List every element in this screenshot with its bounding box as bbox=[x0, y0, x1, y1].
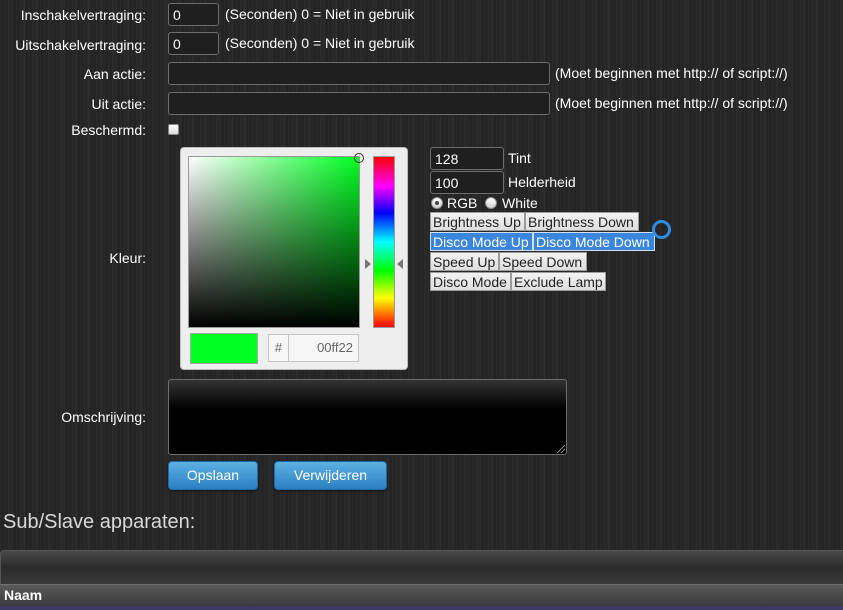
resize-grip-icon[interactable] bbox=[557, 445, 565, 453]
off-delay-hint: (Seconden) 0 = Niet in gebruik bbox=[225, 35, 415, 51]
color-picker: # 00ff22 bbox=[180, 147, 408, 370]
loading-spinner-icon bbox=[652, 220, 671, 239]
disco-mode-button[interactable]: Disco Mode bbox=[430, 272, 511, 291]
color-label: Kleur: bbox=[109, 250, 146, 266]
hex-value: 00ff22 bbox=[317, 340, 353, 355]
description-textarea[interactable] bbox=[168, 379, 567, 455]
hex-input[interactable]: # 00ff22 bbox=[268, 334, 359, 362]
hue-slider[interactable] bbox=[373, 156, 395, 328]
save-button[interactable]: Opslaan bbox=[168, 461, 258, 490]
on-delay-label: Inschakelvertraging: bbox=[20, 7, 146, 23]
white-radio-label: White bbox=[502, 195, 538, 211]
speed-down-button[interactable]: Speed Down bbox=[499, 252, 587, 271]
speed-up-button[interactable]: Speed Up bbox=[430, 252, 499, 271]
delete-button[interactable]: Verwijderen bbox=[274, 461, 387, 490]
on-delay-input[interactable] bbox=[168, 3, 219, 26]
tint-label: Tint bbox=[508, 150, 531, 166]
description-label: Omschrijving: bbox=[61, 409, 146, 425]
rgb-radio[interactable] bbox=[431, 197, 443, 209]
disco-mode-up-button[interactable]: Disco Mode Up bbox=[430, 232, 533, 251]
on-action-input[interactable] bbox=[168, 62, 550, 85]
off-action-label: Uit actie: bbox=[91, 96, 146, 112]
saturation-handle[interactable] bbox=[354, 153, 364, 163]
off-delay-label: Uitschakelvertraging: bbox=[15, 37, 146, 53]
brightness-up-button[interactable]: Brightness Up bbox=[430, 212, 525, 231]
saturation-brightness-area[interactable] bbox=[188, 153, 364, 328]
hex-hash-label: # bbox=[269, 335, 289, 361]
table-first-row bbox=[0, 606, 843, 610]
table-header-name[interactable]: Naam bbox=[0, 584, 843, 606]
rgb-radio-label: RGB bbox=[447, 195, 478, 211]
tint-input[interactable] bbox=[430, 147, 504, 170]
on-action-label: Aan actie: bbox=[83, 66, 146, 82]
disco-mode-down-button[interactable]: Disco Mode Down bbox=[533, 232, 655, 251]
off-delay-input[interactable] bbox=[168, 32, 219, 55]
hue-slider-right-arrow-icon[interactable] bbox=[397, 259, 403, 269]
off-action-input[interactable] bbox=[168, 92, 550, 115]
brightness-label: Helderheid bbox=[508, 174, 576, 190]
off-action-hint: (Moet beginnen met http:// of script://) bbox=[555, 95, 788, 111]
brightness-input[interactable] bbox=[430, 171, 504, 194]
protected-checkbox[interactable] bbox=[168, 124, 179, 135]
brightness-down-button[interactable]: Brightness Down bbox=[525, 212, 639, 231]
on-delay-hint: (Seconden) 0 = Niet in gebruik bbox=[225, 6, 415, 22]
sub-devices-title: Sub/Slave apparaten: bbox=[3, 511, 196, 533]
on-action-hint: (Moet beginnen met http:// of script://) bbox=[555, 65, 788, 81]
hue-slider-left-arrow-icon[interactable] bbox=[365, 259, 371, 269]
exclude-lamp-button[interactable]: Exclude Lamp bbox=[511, 272, 606, 291]
sub-devices-table-toolbar bbox=[0, 550, 843, 584]
white-radio[interactable] bbox=[485, 197, 497, 209]
protected-label: Beschermd: bbox=[71, 122, 146, 138]
color-swatch bbox=[190, 333, 258, 364]
